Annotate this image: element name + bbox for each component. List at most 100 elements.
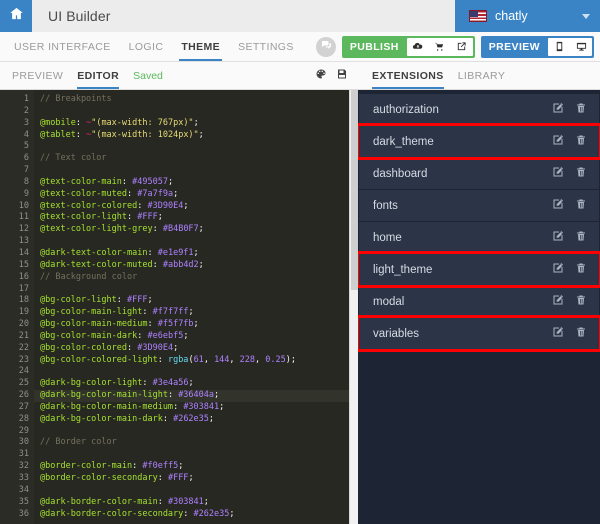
code-content[interactable]: // Breakpoints @mobile: ~"(max-width: 76…: [34, 90, 358, 524]
trash-delete-icon[interactable]: [575, 133, 587, 151]
home-button[interactable]: [0, 0, 32, 32]
code-line[interactable]: @dark-border-color-secondary: #262e35;: [40, 509, 358, 521]
tab-settings[interactable]: SETTINGS: [236, 32, 296, 61]
code-token: :: [173, 402, 183, 412]
trash-delete-icon[interactable]: [575, 101, 587, 119]
code-line[interactable]: [40, 165, 358, 177]
code-line[interactable]: [40, 141, 358, 153]
code-token: #262e35: [173, 414, 209, 424]
code-line[interactable]: @dark-bg-color-main-light: #36404a;: [34, 390, 358, 402]
extension-row-variables[interactable]: variables: [359, 318, 599, 349]
code-line[interactable]: @bg-color-colored: #3D90E4;: [40, 343, 358, 355]
extension-row-modal[interactable]: modal: [359, 286, 599, 317]
extension-row-authorization[interactable]: authorization: [359, 94, 599, 125]
preview-button[interactable]: PREVIEW: [481, 36, 594, 58]
edit-pencil-icon[interactable]: [552, 197, 564, 215]
code-line[interactable]: @border-color-main: #f0eff5;: [40, 461, 358, 473]
save-disk-icon[interactable]: [336, 67, 348, 85]
code-line[interactable]: // Border color: [40, 437, 358, 449]
publish-icon-group: [407, 38, 473, 56]
code-line[interactable]: @bg-color-main-medium: #f5f7fb;: [40, 319, 358, 331]
edit-pencil-icon[interactable]: [552, 325, 564, 343]
tab-user-interface[interactable]: USER INTERFACE: [12, 32, 113, 61]
tab-preview[interactable]: PREVIEW: [12, 62, 63, 89]
trash-delete-icon[interactable]: [575, 325, 587, 343]
code-line[interactable]: @bg-color-main-light: #f7f7ff;: [40, 307, 358, 319]
chat-button[interactable]: [316, 37, 336, 57]
code-line[interactable]: [40, 284, 358, 296]
extension-row-dark_theme[interactable]: dark_theme: [359, 126, 599, 157]
code-line[interactable]: @bg-color-light: #FFF;: [40, 295, 358, 307]
code-line[interactable]: [40, 106, 358, 118]
code-line[interactable]: @text-color-light: #FFF;: [40, 212, 358, 224]
edit-pencil-icon[interactable]: [552, 229, 564, 247]
code-line[interactable]: [40, 426, 358, 438]
trash-delete-icon[interactable]: [575, 197, 587, 215]
line-number: 10: [0, 201, 29, 213]
cloud-upload-icon[interactable]: [407, 38, 429, 56]
shopping-cart-icon[interactable]: [429, 38, 451, 56]
code-line[interactable]: @text-color-main: #495057;: [40, 177, 358, 189]
edit-pencil-icon[interactable]: [552, 101, 564, 119]
code-line[interactable]: @bg-color-main-dark: #e6ebf5;: [40, 331, 358, 343]
code-line[interactable]: [40, 236, 358, 248]
code-line[interactable]: // Breakpoints: [40, 94, 358, 106]
code-token: 228: [240, 355, 255, 365]
trash-delete-icon[interactable]: [575, 261, 587, 279]
code-line[interactable]: [40, 449, 358, 461]
mobile-device-icon[interactable]: [548, 38, 570, 56]
extension-row-home[interactable]: home: [359, 222, 599, 253]
code-line[interactable]: @bg-color-colored-light: rgba(61, 144, 2…: [40, 355, 358, 367]
code-line[interactable]: @border-color-secondary: #FFF;: [40, 473, 358, 485]
code-line[interactable]: @text-color-colored: #3D90E4;: [40, 201, 358, 213]
nav-actions: PUBLISH PREVIEW: [316, 32, 600, 61]
edit-pencil-icon[interactable]: [552, 165, 564, 183]
edit-pencil-icon[interactable]: [552, 133, 564, 151]
extension-name: modal: [373, 296, 552, 308]
code-editor[interactable]: 1234567891011121314151617181920212223242…: [0, 90, 358, 524]
external-link-icon[interactable]: [451, 38, 473, 56]
code-line[interactable]: @mobile: ~"(max-width: 767px)";: [40, 118, 358, 130]
code-line[interactable]: [40, 366, 358, 378]
tab-extensions[interactable]: EXTENSIONS: [372, 62, 444, 89]
code-line[interactable]: // Background color: [40, 272, 358, 284]
extension-row-light_theme[interactable]: light_theme: [359, 254, 599, 285]
tab-library[interactable]: LIBRARY: [458, 62, 506, 89]
code-token: @border-color-secondary: [40, 473, 158, 483]
code-line[interactable]: @dark-bg-color-main-dark: #262e35;: [40, 414, 358, 426]
code-line[interactable]: @dark-bg-color-main-medium: #303841;: [40, 402, 358, 414]
code-line[interactable]: @dark-bg-color-light: #3e4a56;: [40, 378, 358, 390]
code-line[interactable]: @tablet: ~"(max-width: 1024px)";: [40, 130, 358, 142]
tab-logic[interactable]: LOGIC: [127, 32, 166, 61]
code-line[interactable]: @dark-text-color-main: #e1e9f1;: [40, 248, 358, 260]
account-menu[interactable]: chatly: [455, 0, 600, 32]
code-line[interactable]: @text-color-light-grey: #B4B0F7;: [40, 224, 358, 236]
edit-pencil-icon[interactable]: [552, 261, 564, 279]
workspace: PREVIEW EDITOR Saved 1234567891011121314…: [0, 62, 600, 524]
trash-delete-icon[interactable]: [575, 293, 587, 311]
scrollbar-thumb[interactable]: [351, 90, 358, 290]
code-token: @dark-text-color-muted: [40, 260, 153, 270]
publish-button[interactable]: PUBLISH: [342, 36, 475, 58]
color-palette-icon[interactable]: [315, 67, 327, 85]
tab-theme[interactable]: THEME: [179, 32, 222, 61]
trash-delete-icon[interactable]: [575, 165, 587, 183]
extension-row-wrapper: home: [358, 222, 600, 253]
code-line[interactable]: @dark-text-color-muted: #abb4d2;: [40, 260, 358, 272]
code-line[interactable]: // Text color: [40, 153, 358, 165]
desktop-device-icon[interactable]: [570, 38, 592, 56]
line-number: 18: [0, 295, 29, 307]
editor-vertical-scrollbar[interactable]: [349, 90, 358, 524]
tab-editor[interactable]: EDITOR: [77, 62, 119, 89]
extension-row-dashboard[interactable]: dashboard: [359, 158, 599, 189]
edit-pencil-icon[interactable]: [552, 293, 564, 311]
code-token: @dark-bg-color-light: [40, 378, 142, 388]
code-line[interactable]: [40, 485, 358, 497]
code-token: ,: [255, 355, 265, 365]
code-line[interactable]: @text-color-muted: #7a7f9a;: [40, 189, 358, 201]
chevron-down-icon: [582, 14, 590, 19]
line-number: 1: [0, 94, 29, 106]
trash-delete-icon[interactable]: [575, 229, 587, 247]
code-line[interactable]: @dark-border-color-main: #303841;: [40, 497, 358, 509]
extension-row-fonts[interactable]: fonts: [359, 190, 599, 221]
